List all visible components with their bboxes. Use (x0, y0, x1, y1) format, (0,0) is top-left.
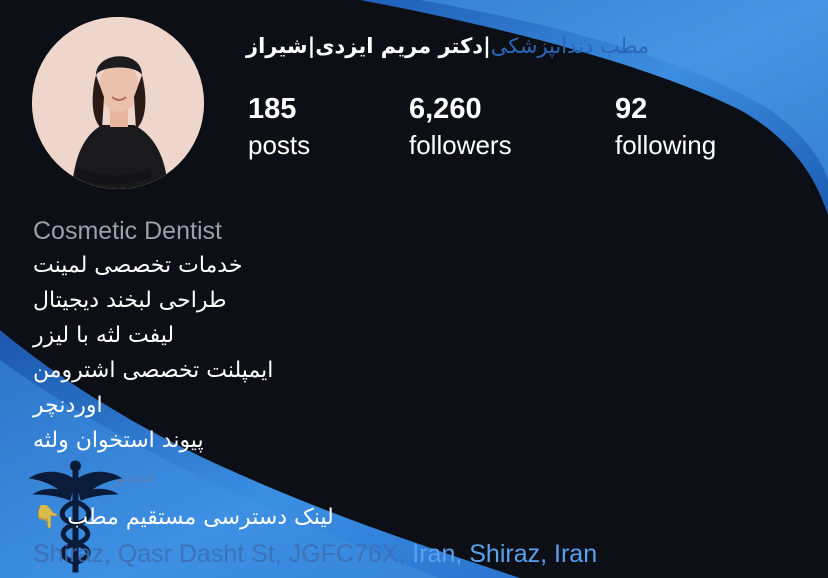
stat-followers[interactable]: 6,260 followers (409, 92, 512, 162)
profile-bio: Cosmetic Dentist خدمات تخصصی لمینت طراحی… (33, 214, 273, 493)
bio-line: ایمپلنت تخصصی اشترومن (33, 358, 274, 383)
stat-posts[interactable]: 185 posts (248, 92, 310, 162)
avatar-portrait-image (32, 17, 204, 189)
bio-line: طراحی لبخند دیجیتال (33, 288, 227, 313)
bio-line: لیفت لثه با لیزر (33, 323, 175, 348)
profile-name-main: |دکتر مریم ایزدی|شیراز (246, 34, 491, 58)
bio-lines: خدمات تخصصی لمینت طراحی لبخند دیجیتال لی… (33, 248, 273, 493)
address-faded-part: Shiraz, Qasr Dasht St, JGFC76X, (33, 540, 406, 568)
following-label: following (615, 130, 717, 160)
profile-display-name: مطب دندانپزشکی|دکتر مریم ایزدی|شیراز (246, 34, 726, 58)
posts-label: posts (248, 130, 311, 160)
profile-screen: مطب دندانپزشکی|دکتر مریم ایزدی|شیراز 185… (0, 0, 828, 578)
profile-name-faded: مطب دندانپزشکی (490, 34, 650, 58)
bio-category: Cosmetic Dentist (33, 217, 222, 245)
address-bright-part: Iran, Shiraz, Iran (405, 540, 598, 568)
followers-label: followers (409, 130, 512, 160)
posts-count: 185 (248, 93, 297, 125)
bio-line: پیوند استخوان ولثه (33, 428, 204, 453)
pointing-down-icon: 👇 (33, 505, 61, 530)
bio-link-text: لینک دسترسی مستقیم مطب (67, 505, 334, 530)
bio-link-caption: لینک دسترسی مستقیم مطب 👇 (33, 505, 334, 530)
followers-count: 6,260 (409, 93, 482, 125)
profile-avatar[interactable] (32, 17, 204, 189)
stat-following[interactable]: 92 following (615, 92, 716, 162)
bio-line: خدمات تخصصی لمینت (33, 253, 243, 278)
business-address[interactable]: Shiraz, Qasr Dasht St, JGFC76X, Iran, Sh… (33, 540, 597, 569)
following-count: 92 (615, 93, 648, 125)
bio-line: اوردنچر (33, 393, 103, 418)
